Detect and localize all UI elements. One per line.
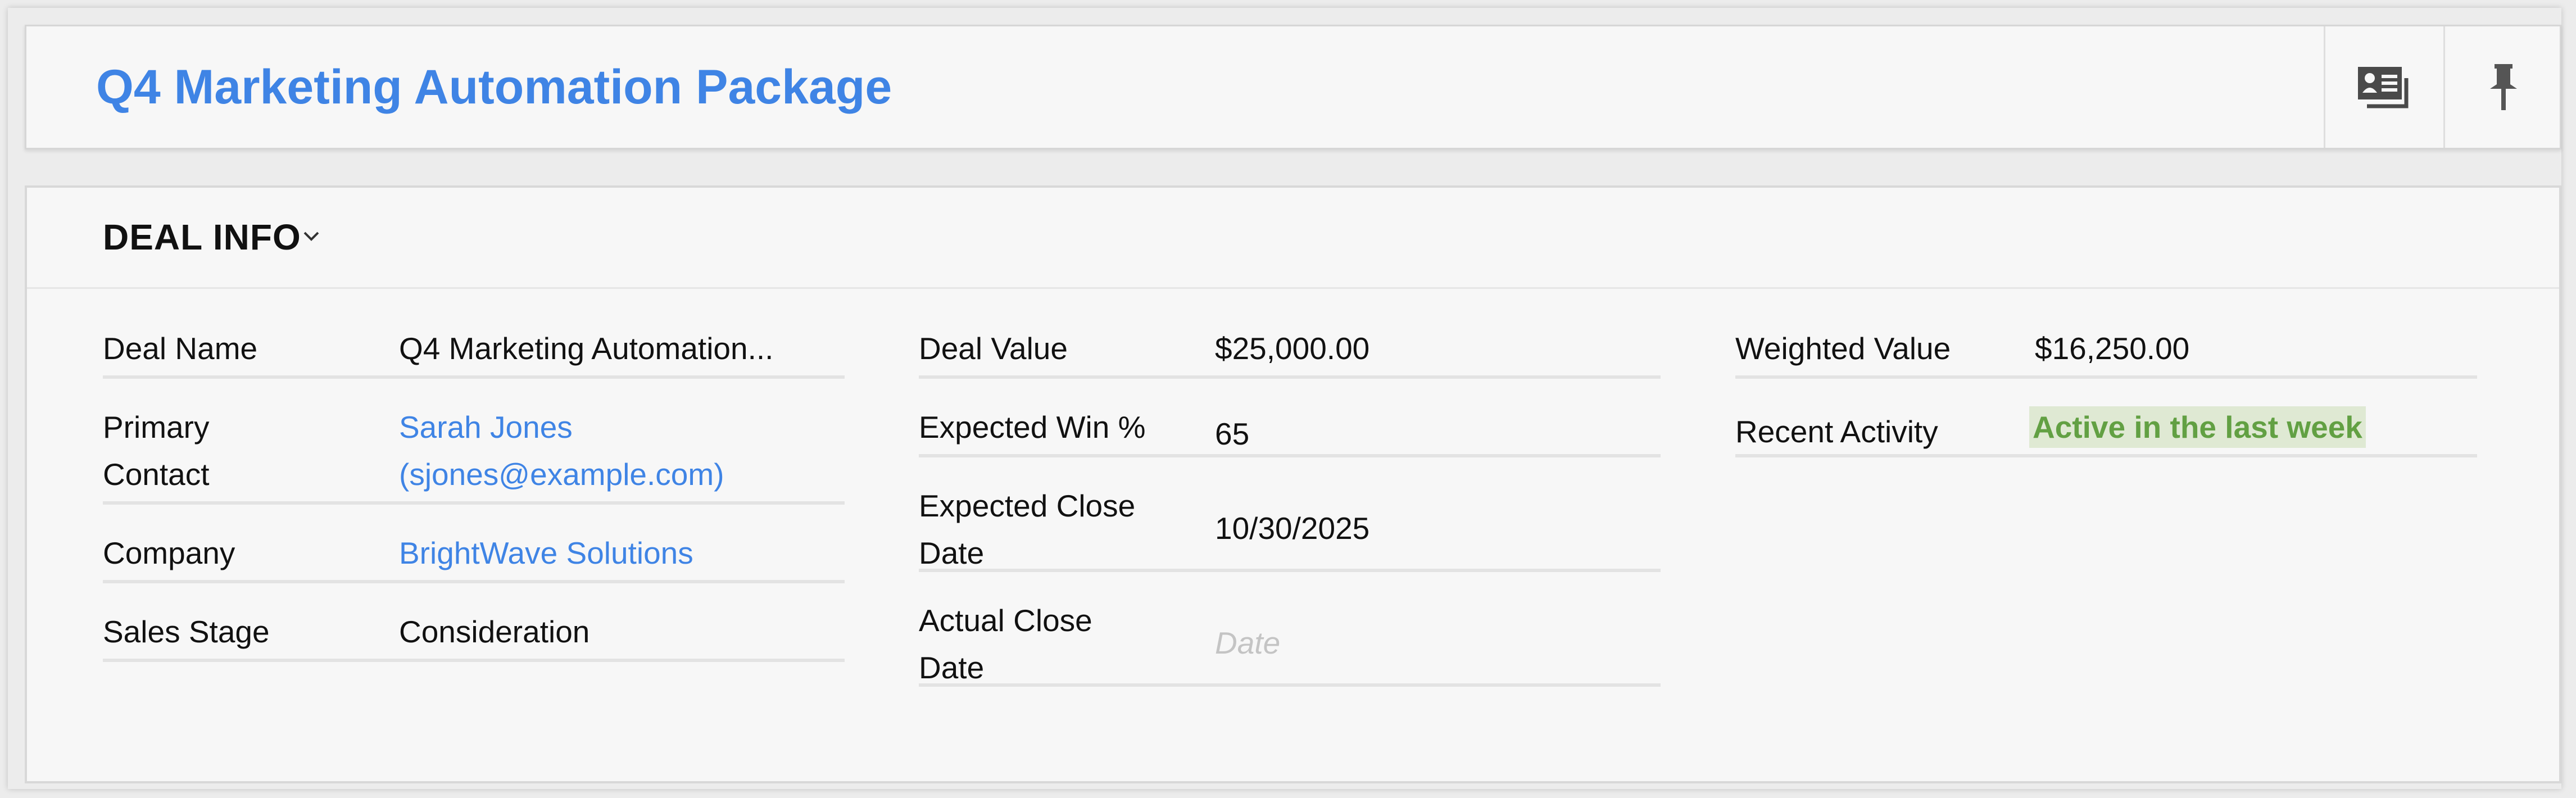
field-row-company: Company BrightWave Solutions xyxy=(103,529,845,583)
field-row-expected-win: Expected Win % 65 xyxy=(919,403,1661,457)
field-label: Sales Stage xyxy=(103,614,270,649)
field-label: Deal Name xyxy=(103,331,258,366)
field-column-1: Deal Name Q4 Marketing Automation... Pri… xyxy=(103,325,845,687)
field-label: Company xyxy=(103,536,235,570)
field-column-2: Deal Value $25,000.00 Expected Win % 65 … xyxy=(919,325,1661,711)
field-row-sales-stage: Sales Stage Consideration xyxy=(103,608,845,662)
field-label: Recent Activity xyxy=(1735,414,1938,449)
field-column-3: Weighted Value $16,250.00 Recent Activit… xyxy=(1735,325,2477,482)
deal-value-value[interactable]: $25,000.00 xyxy=(1215,325,1369,372)
field-row-actual-close: Actual Close Date Date xyxy=(919,597,1661,687)
label-line: Contact xyxy=(103,457,210,492)
sales-stage-value[interactable]: Consideration xyxy=(399,608,589,655)
deal-name-value[interactable]: Q4 Marketing Automation... xyxy=(399,325,773,372)
field-row-recent-activity: Recent Activity Active in the last week xyxy=(1735,403,2477,457)
section-title: DEAL INFO xyxy=(103,217,301,257)
label-line: Primary xyxy=(103,410,210,445)
field-label: Expected Win % xyxy=(919,410,1146,445)
activity-status-badge: Active in the last week xyxy=(2029,406,2366,448)
recent-activity-value: Active in the last week xyxy=(2029,403,2366,451)
pin-icon xyxy=(2489,64,2517,110)
record-header: Q4 Marketing Automation Package xyxy=(25,25,2561,149)
record-title: Q4 Marketing Automation Package xyxy=(96,60,892,114)
chevron-down-icon[interactable] xyxy=(302,230,320,243)
contact-card-button[interactable] xyxy=(2324,26,2442,148)
field-row-expected-close: Expected Close Date 10/30/2025 xyxy=(919,482,1661,572)
field-label: Deal Value xyxy=(919,331,1068,366)
label-line: Date xyxy=(919,650,985,685)
field-row-weighted-value: Weighted Value $16,250.00 xyxy=(1735,325,2477,379)
primary-contact-link[interactable]: Sarah Jones (sjones@example.com) xyxy=(399,403,724,498)
label-line: Actual Close xyxy=(919,603,1092,638)
pin-button[interactable] xyxy=(2443,26,2561,148)
field-row-deal-name: Deal Name Q4 Marketing Automation... xyxy=(103,325,845,379)
company-link[interactable]: BrightWave Solutions xyxy=(399,529,693,577)
field-label: Actual Close Date xyxy=(919,597,1183,691)
field-label: Primary Contact xyxy=(103,403,367,498)
deal-info-panel: DEAL INFO Deal Name Q4 Marketing Automat… xyxy=(25,185,2561,783)
field-label: Expected Close Date xyxy=(919,482,1183,577)
contact-card-icon xyxy=(2357,67,2408,108)
actual-close-date-input[interactable]: Date xyxy=(1215,619,1280,666)
field-row-deal-value: Deal Value $25,000.00 xyxy=(919,325,1661,379)
field-row-primary-contact: Primary Contact Sarah Jones (sjones@exampl… xyxy=(103,403,845,505)
field-label: Weighted Value xyxy=(1735,331,1951,366)
expected-close-value[interactable]: 10/30/2025 xyxy=(1215,505,1369,552)
contact-email: (sjones@example.com) xyxy=(399,457,724,492)
label-line: Date xyxy=(919,536,985,570)
section-header[interactable]: DEAL INFO xyxy=(27,188,2559,289)
contact-name: Sarah Jones xyxy=(399,410,573,445)
weighted-value-value: $16,250.00 xyxy=(2035,331,2190,366)
deal-record-frame: Q4 Marketing Automation Package DEAL INF… xyxy=(8,8,2561,789)
expected-win-value[interactable]: 65 xyxy=(1215,410,1249,457)
label-line: Expected Close xyxy=(919,488,1136,523)
